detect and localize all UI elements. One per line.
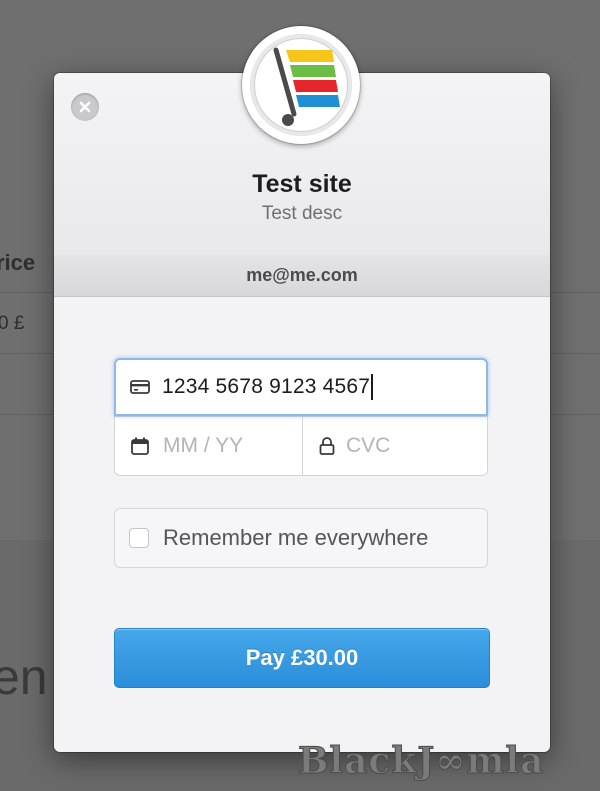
- credit-card-icon: [130, 379, 150, 395]
- card-number-value: 1234 5678 9123 4567: [162, 375, 371, 398]
- cvc-placeholder: CVC: [346, 434, 391, 457]
- expiry-placeholder: MM / YY: [163, 434, 244, 457]
- pay-button[interactable]: Pay £30.00: [114, 628, 490, 688]
- background-price-value: 0 £: [0, 313, 25, 334]
- remember-me-label: Remember me everywhere: [163, 525, 429, 550]
- watermark: BlackJ∞mla: [297, 740, 545, 783]
- site-description: Test desc: [261, 203, 343, 224]
- expiry-field[interactable]: MM / YY: [114, 416, 303, 476]
- close-icon: [79, 101, 91, 113]
- background-price-label: rice: [0, 250, 36, 275]
- calendar-icon: [130, 436, 150, 456]
- email-display[interactable]: me@me.com: [54, 255, 550, 297]
- checkout-modal: Test site Test desc me@me.com 1234 5678 …: [54, 26, 550, 752]
- card-number-field[interactable]: 1234 5678 9123 4567: [114, 358, 488, 416]
- background-heading: en: [0, 649, 48, 705]
- site-title: Test site: [252, 170, 352, 198]
- close-button[interactable]: [71, 93, 99, 121]
- cvc-field[interactable]: CVC: [302, 416, 488, 476]
- cart-logo-icon: [273, 47, 340, 126]
- text-caret: [371, 374, 374, 400]
- lock-icon: [318, 436, 336, 456]
- card-fields: 1234 5678 9123 4567 MM / YY CVC: [114, 358, 488, 476]
- site-logo: [242, 26, 360, 144]
- remember-me-checkbox[interactable]: [129, 528, 149, 548]
- remember-me-option[interactable]: Remember me everywhere: [114, 508, 488, 568]
